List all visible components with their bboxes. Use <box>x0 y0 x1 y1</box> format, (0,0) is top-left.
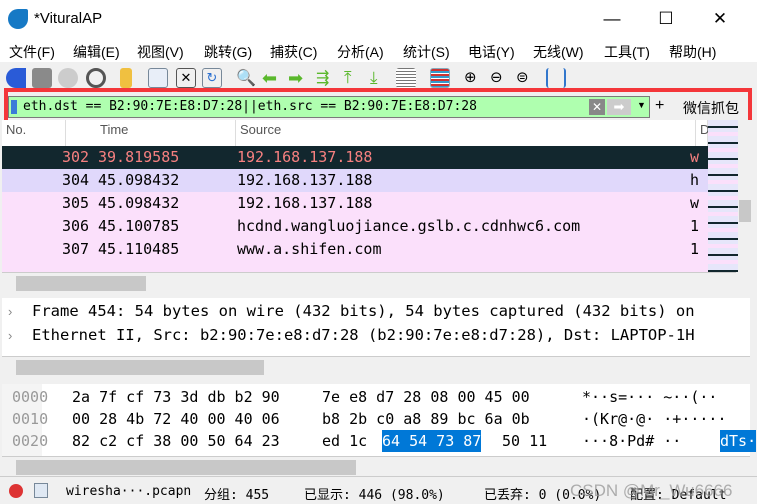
hex-bytes[interactable]: ed 1c <box>322 432 367 450</box>
packet-row[interactable]: 304 45.098432 192.168.137.188 h <box>2 169 708 192</box>
title-bar: *VituralAP — ☐ ✕ <box>0 0 757 38</box>
bytes-hscrollbar[interactable] <box>2 456 750 476</box>
expand-chevron-icon[interactable]: › <box>8 304 12 319</box>
hex-ascii[interactable]: ·(Kr@·@· ·+····· <box>582 410 727 428</box>
packet-list: No. Time Source D 302 39.819585 192.168.13… <box>2 120 752 272</box>
capture-options-icon[interactable] <box>86 68 106 88</box>
status-bar: wiresha···.pcapn 分组: 455 已显示: 446 (98.0%… <box>0 476 757 504</box>
hex-bytes[interactable]: b8 2b c0 a8 89 bc 6a 0b <box>322 410 530 428</box>
menu-tools[interactable]: 工具(T) <box>604 42 650 62</box>
find-packet-icon[interactable]: 🔍 <box>236 68 256 88</box>
reload-file-icon[interactable]: ↻ <box>202 68 222 88</box>
colorize-icon[interactable] <box>430 68 450 88</box>
first-packet-icon[interactable]: ⤒ <box>344 68 364 88</box>
minimize-button[interactable]: — <box>592 6 632 32</box>
menu-statistics[interactable]: 统计(S) <box>403 42 450 62</box>
go-to-packet-icon[interactable]: ⇶ <box>316 68 336 88</box>
hex-bytes[interactable]: 2a 7f cf 73 3d db b2 90 <box>72 388 280 406</box>
packet-list-hscrollbar[interactable] <box>2 272 736 292</box>
column-header-destination[interactable]: D <box>696 120 709 146</box>
expand-chevron-icon[interactable]: › <box>8 328 12 343</box>
hex-bytes[interactable]: 00 28 4b 72 40 00 40 06 <box>72 410 280 428</box>
packet-row[interactable]: 302 39.819585 192.168.137.188 w <box>2 146 708 169</box>
hex-ascii-selected[interactable]: dTs· <box>720 430 757 452</box>
close-file-icon[interactable]: ✕ <box>176 68 196 88</box>
packet-details: › Frame 454: 54 bytes on wire (432 bits)… <box>2 298 750 356</box>
wireshark-logo-icon <box>8 9 28 29</box>
column-header-no[interactable]: No. <box>2 120 66 146</box>
detail-ethernet[interactable]: Ethernet II, Src: b2:90:7e:e8:d7:28 (b2:… <box>32 326 695 344</box>
menu-wireless[interactable]: 无线(W) <box>533 42 584 62</box>
menu-view[interactable]: 视图(V) <box>137 42 184 62</box>
packet-list-vscrollbar[interactable] <box>738 120 752 272</box>
packet-row[interactable]: 306 45.100785 hcdnd.wangluojiance.gslb.c.c… <box>2 215 708 238</box>
hex-bytes[interactable]: 50 11 <box>502 432 547 450</box>
menu-telephony[interactable]: 电话(Y) <box>468 42 515 62</box>
hex-offset: 0010 <box>12 410 49 428</box>
menu-help[interactable]: 帮助(H) <box>669 42 716 62</box>
menu-go[interactable]: 跳转(G) <box>204 42 252 62</box>
go-back-icon[interactable]: ⬅ <box>262 68 282 88</box>
packet-row[interactable]: 305 45.098432 192.168.137.188 w <box>2 192 708 215</box>
normal-size-icon[interactable]: ⊜ <box>516 68 536 88</box>
hex-bytes[interactable]: 82 c2 cf 38 00 50 64 23 <box>72 432 280 450</box>
go-forward-icon[interactable]: ➡ <box>288 68 308 88</box>
hex-bytes-selected[interactable]: 64 54 73 87 <box>382 430 482 452</box>
packet-bytes: 0000 2a 7f cf 73 3d db b2 90 7e e8 d7 28… <box>2 384 757 456</box>
zoom-out-icon[interactable]: ⊖ <box>490 68 510 88</box>
open-file-icon[interactable] <box>120 68 132 88</box>
resize-columns-icon[interactable] <box>546 68 566 88</box>
menu-bar: 文件(F) 编辑(E) 视图(V) 跳转(G) 捕获(C) 分析(A) 统计(S… <box>0 38 757 62</box>
close-button[interactable]: ✕ <box>700 6 740 32</box>
menu-file[interactable]: 文件(F) <box>9 42 55 62</box>
stop-capture-icon[interactable] <box>32 68 52 88</box>
restart-capture-icon[interactable] <box>58 68 78 88</box>
save-file-icon[interactable] <box>148 68 168 88</box>
maximize-button[interactable]: ☐ <box>646 6 686 32</box>
zoom-in-icon[interactable]: ⊕ <box>464 68 484 88</box>
window-title: *VituralAP <box>34 10 103 27</box>
packet-row[interactable]: 307 45.110485 www.a.shifen.com 1 <box>2 238 708 261</box>
capture-comment-icon[interactable] <box>34 483 48 498</box>
menu-analyze[interactable]: 分析(A) <box>337 42 384 62</box>
status-displayed: 已显示: 446 (98.0%) <box>304 488 445 503</box>
expert-info-icon[interactable] <box>9 484 23 498</box>
hex-ascii[interactable]: *··s=··· ~··(·· <box>582 388 717 406</box>
packet-row-partial[interactable] <box>2 261 708 272</box>
menu-edit[interactable]: 编辑(E) <box>73 42 120 62</box>
start-capture-icon[interactable] <box>6 68 26 88</box>
menu-capture[interactable]: 捕获(C) <box>270 42 317 62</box>
hex-offset: 0020 <box>12 432 49 450</box>
column-header-time[interactable]: Time <box>96 120 236 146</box>
hex-ascii[interactable]: ···8·Pd# ·· <box>582 432 681 450</box>
hex-bytes[interactable]: 7e e8 d7 28 08 00 45 00 <box>322 388 530 406</box>
packet-minimap[interactable] <box>708 120 738 272</box>
autoscroll-icon[interactable] <box>396 68 416 88</box>
status-file: wiresha···.pcapn <box>66 484 192 499</box>
watermark: CSDN @Mr_Wu6666 <box>570 481 733 500</box>
last-packet-icon[interactable]: ⤓ <box>370 68 390 88</box>
hex-offset: 0000 <box>12 388 49 406</box>
details-hscrollbar[interactable] <box>2 356 750 376</box>
status-packets: 分组: 455 <box>204 488 270 503</box>
column-header-source[interactable]: Source <box>236 120 696 146</box>
detail-frame[interactable]: Frame 454: 54 bytes on wire (432 bits), … <box>32 302 695 320</box>
